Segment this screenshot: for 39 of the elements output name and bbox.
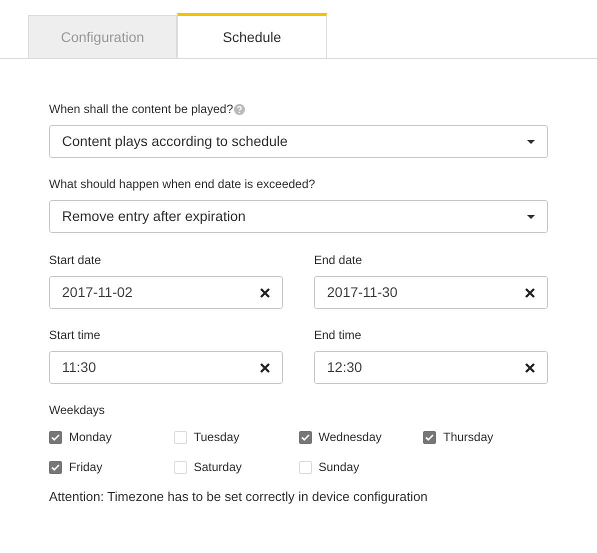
checkbox[interactable] <box>298 460 312 474</box>
dropdown[interactable]: Content plays according to schedule <box>49 125 548 158</box>
checkmark-icon <box>51 434 60 440</box>
checkbox[interactable] <box>174 460 187 474</box>
weekday-label: Saturday <box>194 459 242 475</box>
checkbox[interactable] <box>423 430 436 444</box>
field-label: Start date <box>49 252 102 268</box>
checkmark-icon <box>51 464 60 470</box>
weekday-label: Friday <box>69 459 102 475</box>
weekday-label: Sunday <box>318 459 360 475</box>
field-label: Start time <box>49 327 102 343</box>
checkmark-icon <box>300 434 310 440</box>
checkbox[interactable] <box>174 430 187 444</box>
input-field[interactable]: 12:30 <box>314 351 548 384</box>
input-field[interactable]: 11:30 <box>49 351 283 384</box>
field-label: End time <box>314 327 362 343</box>
weekday-label: Thursday <box>443 429 494 445</box>
input-field[interactable]: 2017-11-30 <box>314 276 548 309</box>
clear-icon[interactable] <box>260 288 270 298</box>
checkbox[interactable] <box>49 430 62 444</box>
weekday-label: Wednesday <box>318 429 382 445</box>
weekday-label: Tuesday <box>194 429 240 445</box>
attention-note: Attention: Timezone has to be set correctly in device configuration <box>49 488 429 506</box>
field-label: When shall the content be played? <box>49 101 548 117</box>
tab[interactable]: Schedule <box>177 13 327 58</box>
clear-icon[interactable] <box>525 362 535 372</box>
clear-icon[interactable] <box>525 288 535 298</box>
checkbox[interactable] <box>298 430 312 444</box>
weekday-label: Monday <box>69 429 112 445</box>
dropdown[interactable]: Remove entry after expiration <box>49 200 548 233</box>
checkbox[interactable] <box>49 460 62 474</box>
clear-icon[interactable] <box>260 362 270 372</box>
field-label: End date <box>314 252 364 268</box>
weekdays-label: Weekdays <box>49 402 106 418</box>
checkmark-icon <box>425 434 434 440</box>
field-label: What should happen when end date is exceeded? <box>49 176 316 192</box>
caret-icon <box>527 214 535 218</box>
input-field[interactable]: 2017-11-02 <box>49 276 283 309</box>
caret-icon <box>527 140 535 144</box>
